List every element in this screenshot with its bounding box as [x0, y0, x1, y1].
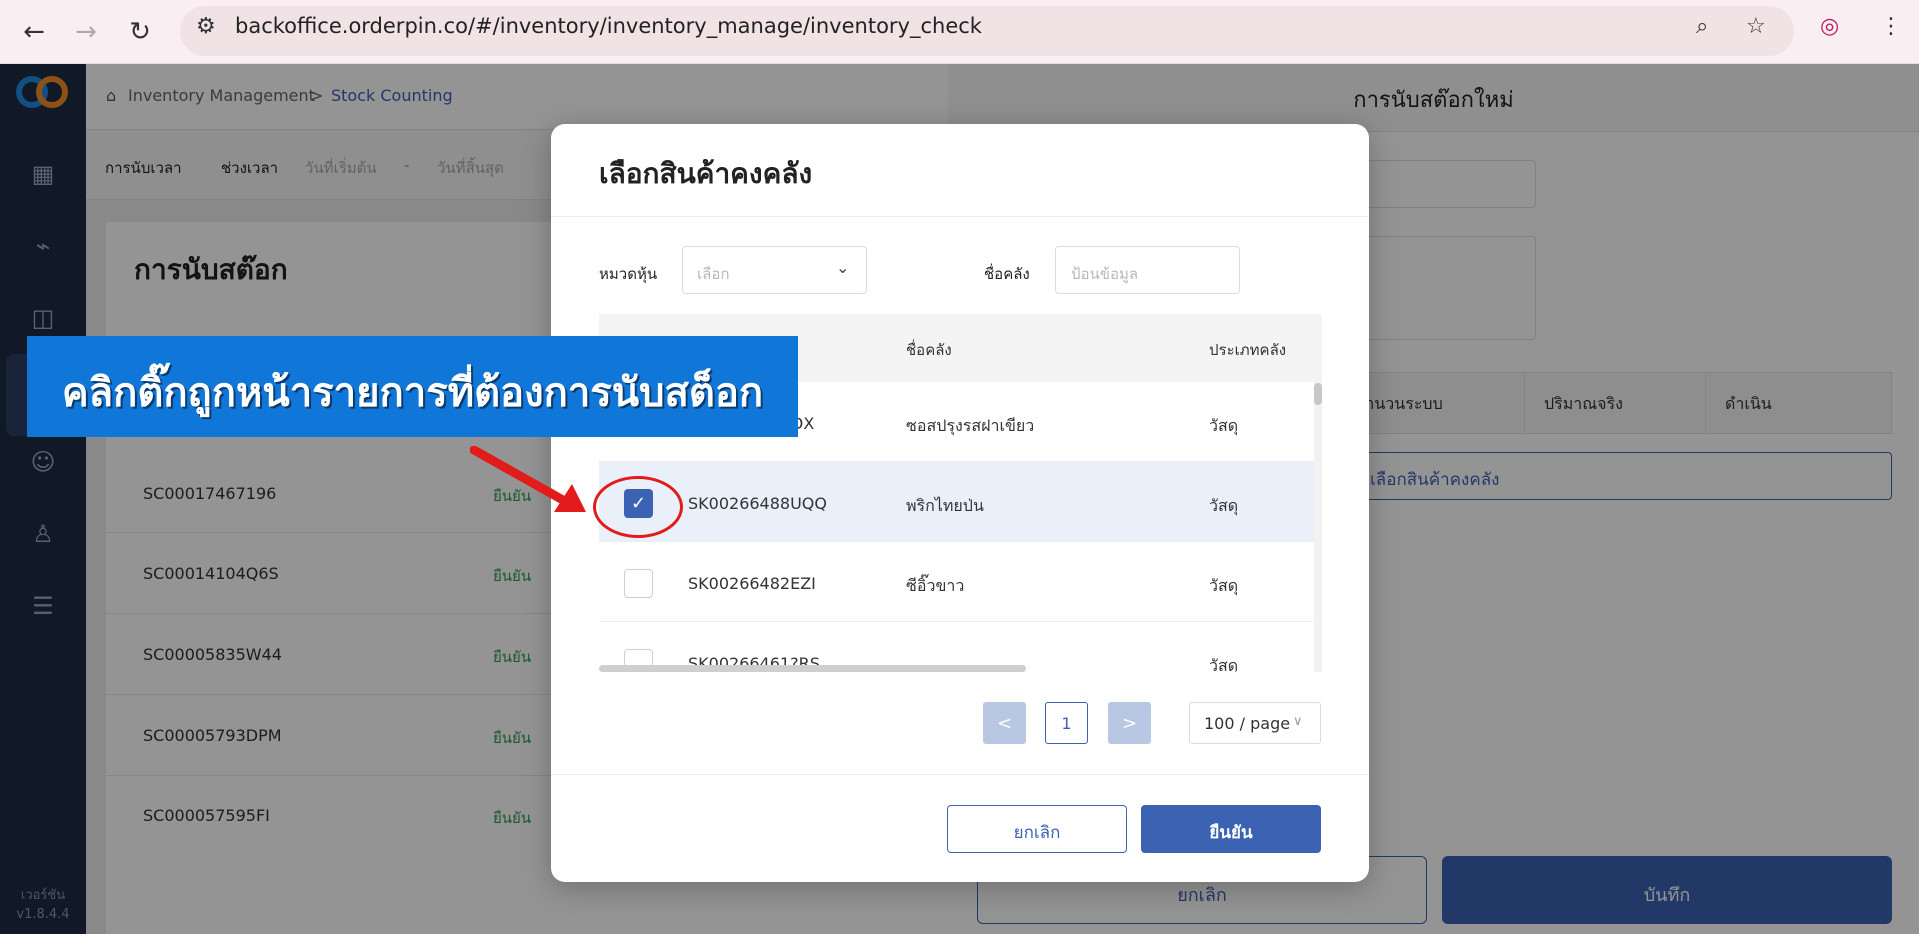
pagination-prev-button[interactable]: < [983, 702, 1026, 744]
page-size-chevron-icon: ∨ [1293, 714, 1303, 729]
row-type: วัสดุ [1209, 416, 1239, 435]
table-vertical-scrollbar[interactable] [1314, 382, 1322, 672]
col-warehouse-name: ชื่อคลัง [906, 341, 952, 359]
instruction-text: คลิกติ๊กถูกหน้ารายการที่ต้องการนับสต็อก [61, 370, 764, 416]
zoom-icon[interactable]: ⌕ [1696, 14, 1708, 39]
row-code: SK00266482EZI [688, 574, 816, 593]
col-warehouse-type: ประเภทคลัง [1209, 341, 1287, 359]
page-size-value: 100 / page [1204, 714, 1291, 733]
red-arrow-icon [470, 446, 586, 512]
modal-footer-divider [551, 774, 1369, 775]
browser-menu-icon[interactable]: ⋮ [1880, 14, 1902, 39]
warehouse-name-placeholder: ป้อนข้อมูล [1071, 265, 1139, 283]
highlight-circle [593, 476, 683, 538]
chevron-down-icon: ⌄ [836, 258, 850, 277]
row-name: ซีอิ๊วขาว [906, 576, 965, 595]
modal-title: เลือกสินค้าคงคลัง [599, 157, 813, 190]
modal-cancel-label: ยกเลิก [1013, 823, 1061, 843]
reload-icon[interactable]: ↻ [122, 14, 158, 50]
modal-header-divider [551, 216, 1369, 217]
back-icon[interactable]: ← [16, 14, 52, 50]
pagination-current-page[interactable]: 1 [1045, 702, 1088, 744]
vertical-scroll-thumb[interactable] [1314, 383, 1322, 405]
category-label: หมวดหุ้น [599, 265, 658, 283]
site-info-icon[interactable]: ⚙ [196, 14, 216, 39]
row-type: วัสดุ [1209, 576, 1239, 595]
bookmark-star-icon[interactable]: ☆ [1746, 14, 1766, 39]
row-checkbox[interactable] [624, 569, 653, 598]
category-placeholder: เลือก [697, 265, 730, 283]
row-name: พริกไทยป่น [906, 496, 984, 515]
forward-icon[interactable]: → [68, 14, 104, 50]
row-code: SK00266488UQQ [688, 494, 827, 513]
row-name: ซอสปรุงรสฝาเขียว [906, 416, 1035, 435]
profile-icon[interactable]: ◎ [1820, 14, 1839, 39]
row-type: วัสดุ [1209, 496, 1239, 515]
modal-confirm-label: ยืนยัน [1209, 823, 1253, 843]
horizontal-scroll-thumb[interactable] [599, 665, 1026, 672]
url-text[interactable]: backoffice.orderpin.co/#/inventory/inven… [235, 14, 982, 38]
warehouse-name-label: ชื่อคลัง [984, 265, 1030, 283]
pagination-next-button[interactable]: > [1108, 702, 1151, 744]
row-type: วัสดุ [1209, 656, 1239, 672]
